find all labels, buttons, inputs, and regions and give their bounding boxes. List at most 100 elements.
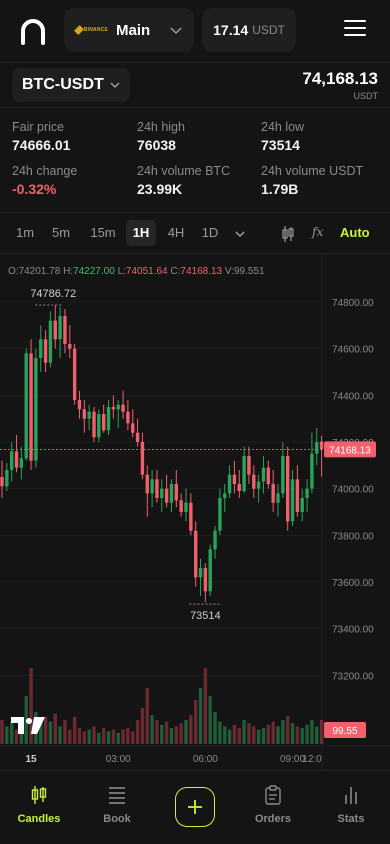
volume-bar (101, 728, 106, 744)
volume-bar (0, 720, 4, 744)
stat-value: 73514 (261, 137, 300, 153)
volume-bar (295, 726, 300, 744)
candle-body (19, 458, 24, 468)
hamburger-menu-icon[interactable] (344, 20, 366, 38)
candle-body (9, 451, 14, 470)
candle-body (305, 488, 309, 498)
interval-4h[interactable]: 4H (161, 220, 191, 246)
ohlc-close: 74168.13 (180, 266, 223, 277)
stat-24h-high: 24h high 76038 (137, 120, 257, 153)
volume-bar (189, 715, 193, 744)
volume-bar (252, 726, 256, 744)
candle-body (140, 442, 145, 475)
time-tick-label: 12:0 (302, 754, 322, 765)
low-marker-label: 73514 (190, 610, 221, 622)
candle-body (189, 502, 193, 531)
candle-body (58, 316, 62, 340)
candle-body (198, 568, 203, 578)
volume-bar (271, 721, 275, 744)
candle-body (48, 320, 53, 363)
volume-bar (310, 720, 314, 744)
interval-15m[interactable]: 15m (86, 220, 120, 246)
candle-body (111, 407, 116, 410)
auto-scale-button[interactable]: Auto (340, 225, 370, 240)
candle-body (242, 456, 246, 491)
volume-bar (58, 726, 62, 744)
candle-body (213, 530, 217, 550)
nav-book[interactable]: Book (82, 785, 152, 825)
volume-bar (126, 728, 130, 744)
volume-bar (150, 715, 154, 744)
candle-body (218, 498, 222, 531)
ohlc-low: 74051.64 (125, 266, 168, 277)
account-selector[interactable]: BINANCE Main (64, 8, 194, 52)
candle-body (232, 474, 237, 484)
candle-body (174, 484, 179, 501)
candle-body (281, 456, 285, 494)
candle-body (193, 530, 198, 578)
fx-indicators-button[interactable]: fx (312, 225, 323, 239)
candle-body (106, 407, 111, 431)
stat-value: 1.79B (261, 181, 299, 197)
volume-bar (300, 728, 304, 744)
app-logo-icon[interactable] (18, 16, 48, 46)
nav-stats[interactable]: Stats (316, 785, 386, 825)
interval-1h[interactable]: 1H (126, 220, 156, 246)
clipboard-icon (265, 785, 281, 805)
candle-body (39, 339, 43, 358)
candle-body (72, 348, 77, 400)
candle-body (295, 479, 300, 512)
volume-bar (53, 713, 57, 744)
volume-bar (266, 724, 271, 744)
candle-body (271, 484, 275, 503)
candle-body (184, 502, 188, 512)
volume-bar (174, 726, 179, 744)
pair-selector[interactable]: BTC-USDT (12, 68, 130, 102)
volume-bar (68, 729, 72, 744)
chart-canvas[interactable]: 74800.0074600.0074400.0074200.0074000.00… (0, 254, 390, 770)
new-trade-button[interactable] (175, 787, 215, 827)
candle-body (223, 493, 227, 498)
volume-bar (285, 716, 290, 744)
pair-symbol: BTC-USDT (22, 76, 104, 93)
volume-bar (135, 720, 140, 744)
candle-body (276, 493, 280, 503)
candle-body (97, 414, 101, 438)
volume-bar (227, 729, 232, 744)
balance-display[interactable]: 17.14 USDT (202, 8, 296, 52)
stat-label: 24h low (261, 120, 305, 134)
candle-body (101, 414, 106, 431)
stat-label: 24h high (137, 120, 185, 134)
nav-orders[interactable]: Orders (238, 785, 308, 825)
volume-bar (121, 729, 125, 744)
candle-indicator-icon[interactable] (281, 225, 295, 243)
stat-24h-volume-btc: 24h volume BTC 23.99K (137, 164, 257, 197)
stat-value: 23.99K (137, 181, 183, 197)
candle-body (315, 442, 319, 454)
volume-bar (193, 700, 198, 744)
candle-body (164, 488, 169, 503)
interval-1d[interactable]: 1D (195, 220, 225, 246)
volume-bar (63, 720, 67, 744)
candle-body (0, 477, 4, 487)
volume-bar (213, 712, 217, 744)
more-intervals-chevron-icon[interactable] (235, 229, 245, 239)
balance-unit: USDT (252, 23, 285, 37)
pair-header: BTC-USDT 74,168.13 USDT (0, 62, 390, 108)
nav-candles[interactable]: Candles (4, 785, 74, 825)
candle-body (68, 344, 72, 349)
candle-body (252, 474, 256, 489)
candle-body (87, 411, 91, 419)
nav-label: Book (103, 813, 131, 825)
interval-5m[interactable]: 5m (46, 220, 76, 246)
volume-bar (203, 668, 208, 744)
candle-body (92, 411, 96, 438)
candle-body (145, 474, 149, 494)
candle-body (63, 316, 67, 344)
candlestick-chart[interactable]: 74800.0074600.0074400.0074200.0074000.00… (0, 254, 390, 770)
stat-24h-volume-usdt: 24h volume USDT 1.79B (261, 164, 381, 197)
volume-bar (305, 724, 309, 744)
interval-1m[interactable]: 1m (10, 220, 40, 246)
interval-toolbar: 1m 5m 15m 1H 4H 1D fx Auto (0, 212, 390, 254)
candle-body (116, 404, 120, 410)
